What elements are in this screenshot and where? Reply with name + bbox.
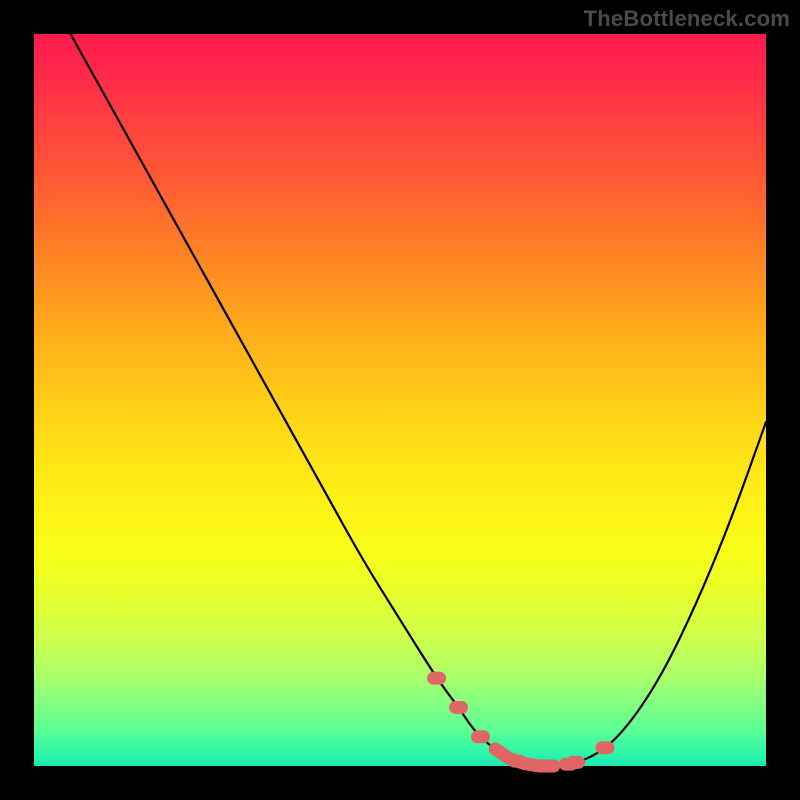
curve-svg (34, 34, 766, 766)
curve-markers (434, 678, 608, 766)
watermark-text: TheBottleneck.com (584, 6, 790, 32)
bottleneck-curve (71, 34, 766, 766)
plot-area (34, 34, 766, 766)
chart-frame: TheBottleneck.com (0, 0, 800, 800)
